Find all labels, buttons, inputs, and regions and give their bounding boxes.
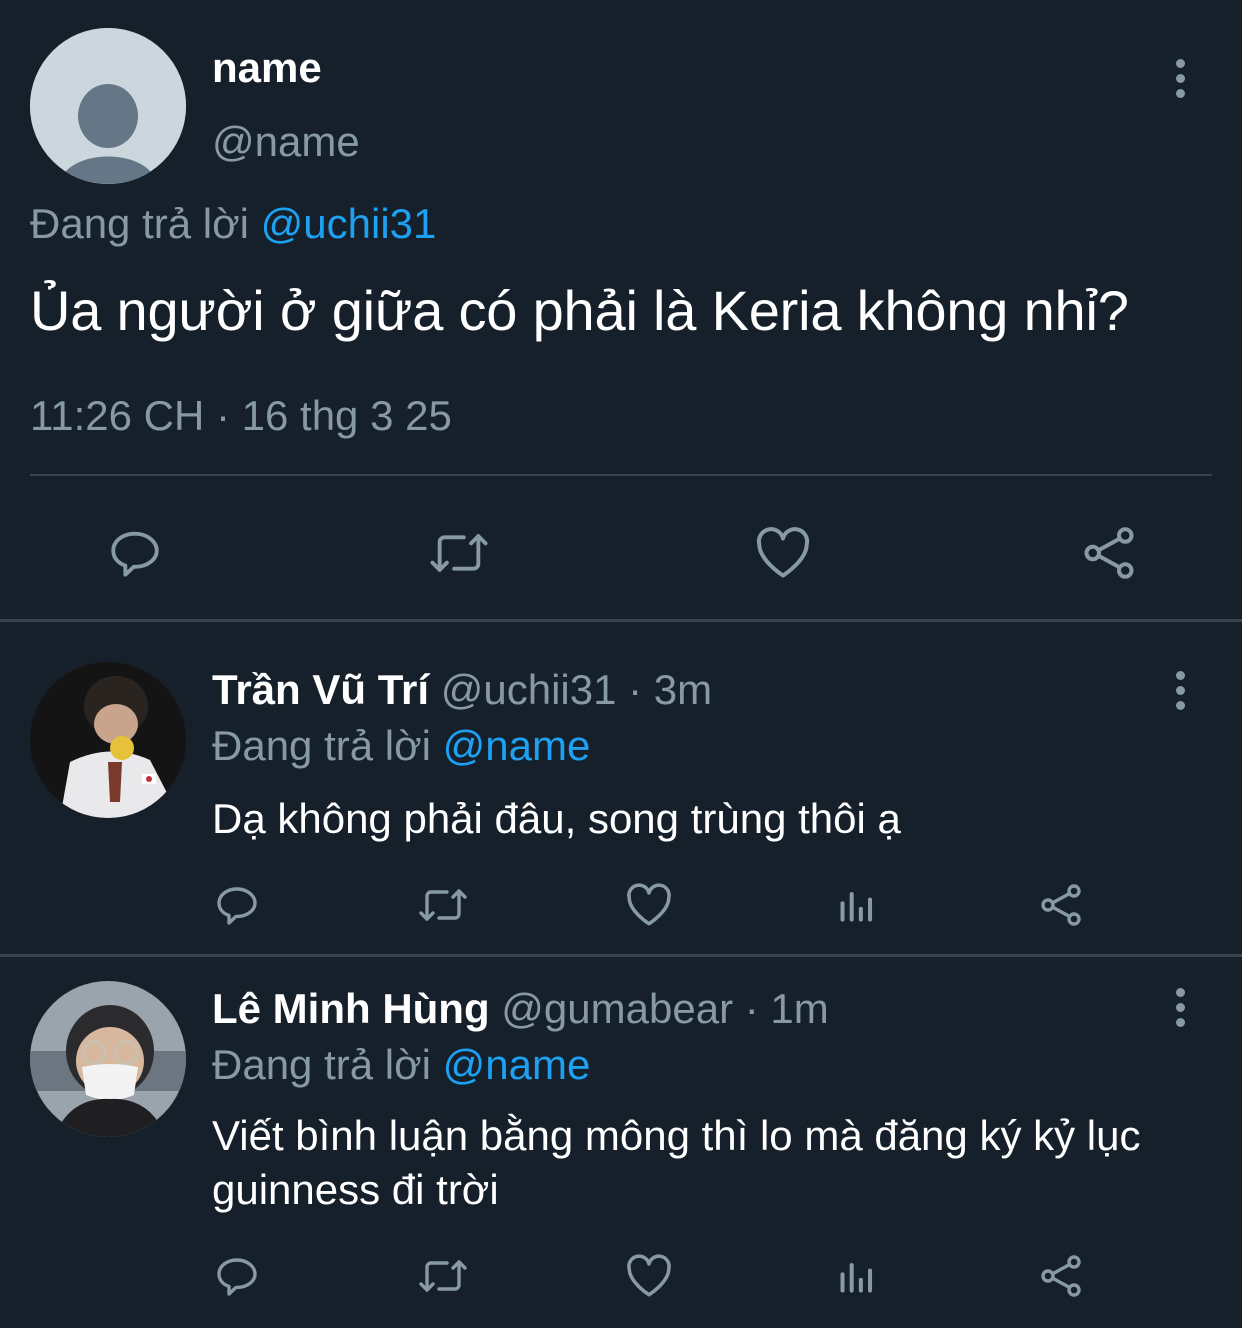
analytics-icon[interactable] [830, 878, 884, 932]
more-options-icon[interactable] [1160, 660, 1200, 720]
replying-to: Đang trả lời @name [212, 1041, 590, 1089]
reply-text: Dạ không phải đâu, song trùng thôi ạ [212, 795, 901, 842]
reply-icon[interactable] [210, 1249, 264, 1303]
avatar[interactable] [30, 662, 186, 818]
display-name[interactable]: name [212, 44, 322, 92]
reply-time: · 3m [628, 666, 713, 713]
tweet-timestamp[interactable]: 11:26 CH · 16 thg 3 25 [30, 392, 452, 440]
like-icon[interactable] [622, 1249, 676, 1303]
more-options-icon[interactable] [1160, 977, 1200, 1037]
retweet-icon[interactable] [414, 878, 472, 932]
user-handle[interactable]: @gumabear [501, 985, 733, 1032]
replying-prefix: Đang trả lời [212, 722, 431, 769]
reply-header: Trần Vũ Trí @uchii31 · 3m [212, 666, 712, 714]
replying-to-link[interactable]: @uchii31 [261, 200, 437, 247]
reply-text: Viết bình luận bằng mông thì lo mà đăng … [212, 1112, 1141, 1213]
retweet-icon[interactable] [422, 518, 496, 588]
replying-to: Đang trả lời @uchii31 [30, 200, 436, 248]
reply-header: Lê Minh Hùng @gumabear · 1m [212, 985, 829, 1033]
display-name[interactable]: Trần Vũ Trí [212, 666, 429, 713]
like-icon[interactable] [622, 878, 676, 932]
tweet-actions [0, 510, 1242, 582]
default-profile-icon [30, 28, 186, 184]
like-icon[interactable] [748, 518, 818, 588]
replying-to-link[interactable]: @name [443, 722, 591, 769]
reply-icon[interactable] [100, 518, 170, 588]
avatar[interactable] [30, 28, 186, 184]
replying-prefix: Đang trả lời [212, 1041, 431, 1088]
replying-prefix: Đang trả lời [30, 200, 249, 247]
user-handle[interactable]: @uchii31 [441, 666, 617, 713]
retweet-icon[interactable] [414, 1249, 472, 1303]
display-name[interactable]: Lê Minh Hùng [212, 985, 490, 1032]
share-icon[interactable] [1034, 878, 1088, 932]
main-tweet: name @name Đang trả lời @uchii31 Ủa ngườ… [0, 0, 1242, 620]
reply-tweet[interactable]: Lê Minh Hùng @gumabear · 1m Đang trả lời… [0, 957, 1242, 1328]
reply-time: · 1m [744, 985, 829, 1032]
share-icon[interactable] [1074, 518, 1144, 588]
reply-actions [0, 1247, 1242, 1307]
user-photo [30, 662, 186, 818]
reply-tweet[interactable]: Trần Vũ Trí @uchii31 · 3m Đang trả lời @… [0, 622, 1242, 954]
more-options-icon[interactable] [1160, 48, 1200, 108]
replying-to-link[interactable]: @name [443, 1041, 591, 1088]
reply-icon[interactable] [210, 878, 264, 932]
divider [30, 474, 1212, 476]
share-icon[interactable] [1034, 1249, 1088, 1303]
replying-to: Đang trả lời @name [212, 722, 590, 770]
user-photo [30, 981, 186, 1137]
reply-actions [0, 876, 1242, 936]
analytics-icon[interactable] [830, 1249, 884, 1303]
avatar[interactable] [30, 981, 186, 1137]
tweet-text: Ủa người ở giữa có phải là Keria không n… [30, 279, 1129, 342]
user-handle[interactable]: @name [212, 118, 360, 166]
